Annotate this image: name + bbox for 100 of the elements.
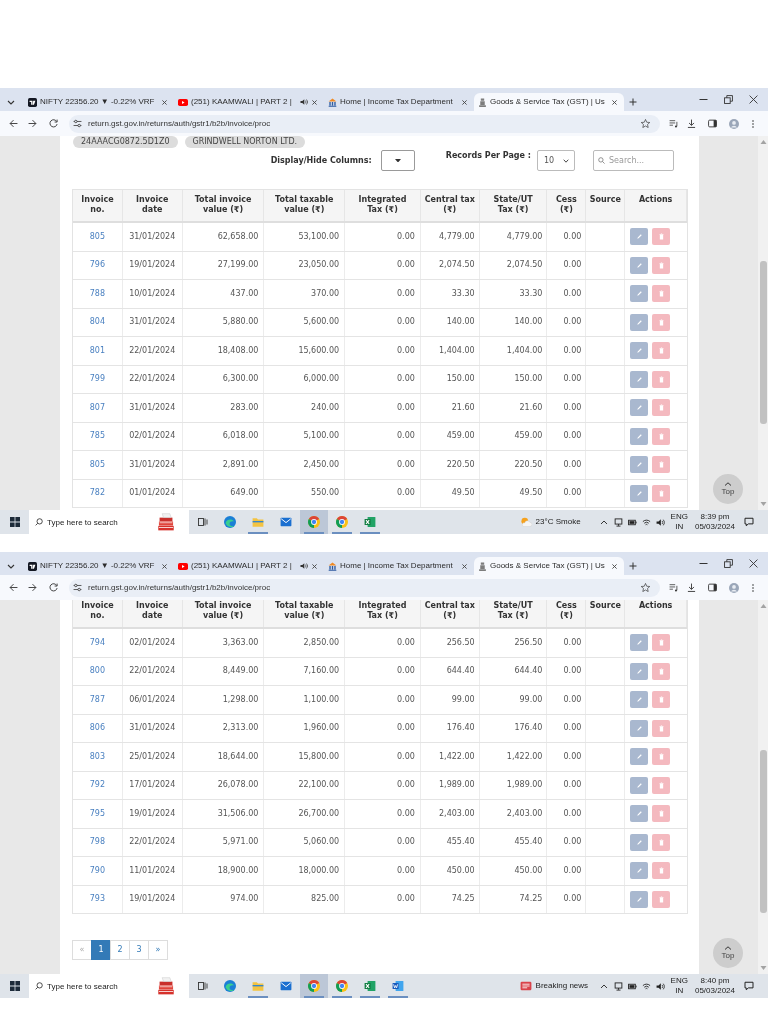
down-arrow-icon[interactable] <box>759 966 767 970</box>
edit-button[interactable] <box>630 719 649 737</box>
browser-tab[interactable]: NIFTY 22356.20 ▼ -0.22% VRF <box>24 557 174 575</box>
scrollbar-thumb[interactable] <box>759 750 767 913</box>
address-bar[interactable]: return.gst.gov.in/returns/auth/gstr1/b2b/invoice/proc <box>69 114 660 133</box>
delete-button[interactable] <box>652 285 671 303</box>
down-arrow-icon[interactable] <box>759 502 767 506</box>
back-icon[interactable] <box>9 583 18 592</box>
download-icon[interactable] <box>687 583 696 592</box>
delete-button[interactable] <box>652 370 671 388</box>
region-indicator[interactable]: IN <box>675 522 684 532</box>
close-icon[interactable] <box>461 562 468 570</box>
scrollbar[interactable] <box>758 136 768 510</box>
playlist-icon[interactable] <box>669 583 678 592</box>
search-field[interactable]: Search... <box>593 150 674 171</box>
sidebar-icon[interactable] <box>708 583 717 592</box>
plus-icon[interactable] <box>629 98 637 106</box>
invoice-link[interactable]: 793 <box>89 893 106 906</box>
edit-button[interactable] <box>630 313 649 331</box>
edit-button[interactable] <box>630 748 649 766</box>
edit-button[interactable] <box>630 484 649 502</box>
invoice-link[interactable]: 804 <box>89 316 106 329</box>
top-button[interactable]: Top <box>713 938 743 968</box>
invoice-link[interactable]: 788 <box>89 287 106 300</box>
avatar-icon[interactable] <box>729 582 739 593</box>
sliders-icon[interactable] <box>73 583 82 592</box>
invoice-link[interactable]: 798 <box>89 836 106 849</box>
forward-icon[interactable] <box>28 119 37 128</box>
star-icon[interactable] <box>641 583 650 592</box>
delete-button[interactable] <box>652 862 671 880</box>
reload-icon[interactable] <box>49 119 58 128</box>
close-icon[interactable] <box>461 98 468 106</box>
browser-tab[interactable]: (251) KAAMWALI | PART 2 | <box>174 557 324 575</box>
invoice-link[interactable]: 790 <box>89 864 106 877</box>
columns-dropdown[interactable] <box>380 150 415 171</box>
address-bar[interactable]: return.gst.gov.in/returns/auth/gstr1/b2b/invoice/proc <box>69 578 660 597</box>
notification-icon[interactable] <box>744 981 754 991</box>
taskbar-button[interactable] <box>300 974 328 998</box>
delete-button[interactable] <box>652 456 671 474</box>
close-icon[interactable] <box>749 559 758 568</box>
chevron-down-icon[interactable] <box>7 99 15 105</box>
delete-button[interactable] <box>652 484 671 502</box>
invoice-link[interactable]: 805 <box>89 230 106 243</box>
close-icon[interactable] <box>311 562 318 570</box>
chevron-up-icon[interactable] <box>599 519 608 525</box>
restore-icon[interactable] <box>724 95 733 104</box>
edit-button[interactable] <box>630 370 649 388</box>
invoice-link[interactable]: 782 <box>89 487 106 500</box>
battery-icon[interactable] <box>627 517 637 527</box>
avatar-icon[interactable] <box>729 118 739 129</box>
clock-date[interactable]: 05/03/2024 <box>694 522 735 532</box>
invoice-link[interactable]: 806 <box>89 722 106 735</box>
delete-button[interactable] <box>652 256 671 274</box>
language-indicator[interactable]: ENG <box>670 976 688 986</box>
close-icon[interactable] <box>161 98 168 106</box>
wifi-icon[interactable] <box>641 981 651 991</box>
edit-button[interactable] <box>630 833 649 851</box>
delete-button[interactable] <box>652 805 671 823</box>
delete-button[interactable] <box>652 313 671 331</box>
taskbar-widget[interactable]: 23°C Smoke <box>517 510 598 534</box>
invoice-link[interactable]: 807 <box>89 401 106 414</box>
edit-button[interactable] <box>630 285 649 303</box>
invoice-link[interactable]: 787 <box>89 693 106 706</box>
browser-tab[interactable]: Home | Income Tax Department <box>324 557 474 575</box>
scrollbar-thumb[interactable] <box>759 261 767 424</box>
browser-tab[interactable]: Goods & Service Tax (GST) | Us <box>474 557 624 575</box>
edit-button[interactable] <box>630 805 649 823</box>
display-icon[interactable] <box>613 981 623 991</box>
taskbar-button[interactable] <box>300 510 328 534</box>
invoice-link[interactable]: 801 <box>89 344 106 357</box>
edit-button[interactable] <box>630 862 649 880</box>
windows-logo-icon[interactable] <box>9 981 20 991</box>
edit-button[interactable] <box>630 691 649 709</box>
task-view-icon[interactable] <box>197 981 208 991</box>
delete-button[interactable] <box>652 662 671 680</box>
chevron-down-icon[interactable] <box>7 563 15 569</box>
clock-date[interactable]: 05/03/2024 <box>694 986 735 996</box>
restore-icon[interactable] <box>724 559 733 568</box>
delete-button[interactable] <box>652 634 671 652</box>
close-icon[interactable] <box>311 98 318 106</box>
forward-icon[interactable] <box>28 583 37 592</box>
invoice-link[interactable]: 803 <box>89 750 106 763</box>
delete-button[interactable] <box>652 890 671 908</box>
delete-button[interactable] <box>652 776 671 794</box>
edit-button[interactable] <box>630 342 649 360</box>
speaker-icon[interactable] <box>655 981 665 991</box>
scrollbar[interactable] <box>758 600 768 974</box>
delete-button[interactable] <box>652 427 671 445</box>
edit-button[interactable] <box>630 634 649 652</box>
edit-button[interactable] <box>630 399 649 417</box>
windows-logo-icon[interactable] <box>9 517 20 527</box>
close-icon[interactable] <box>749 95 758 104</box>
records-select[interactable]: 10 <box>537 150 575 171</box>
edit-button[interactable] <box>630 456 649 474</box>
close-icon[interactable] <box>611 98 618 106</box>
display-icon[interactable] <box>613 517 623 527</box>
battery-icon[interactable] <box>627 981 637 991</box>
pagination-button[interactable]: 1 <box>91 940 111 960</box>
delete-button[interactable] <box>652 228 671 246</box>
delete-button[interactable] <box>652 691 671 709</box>
